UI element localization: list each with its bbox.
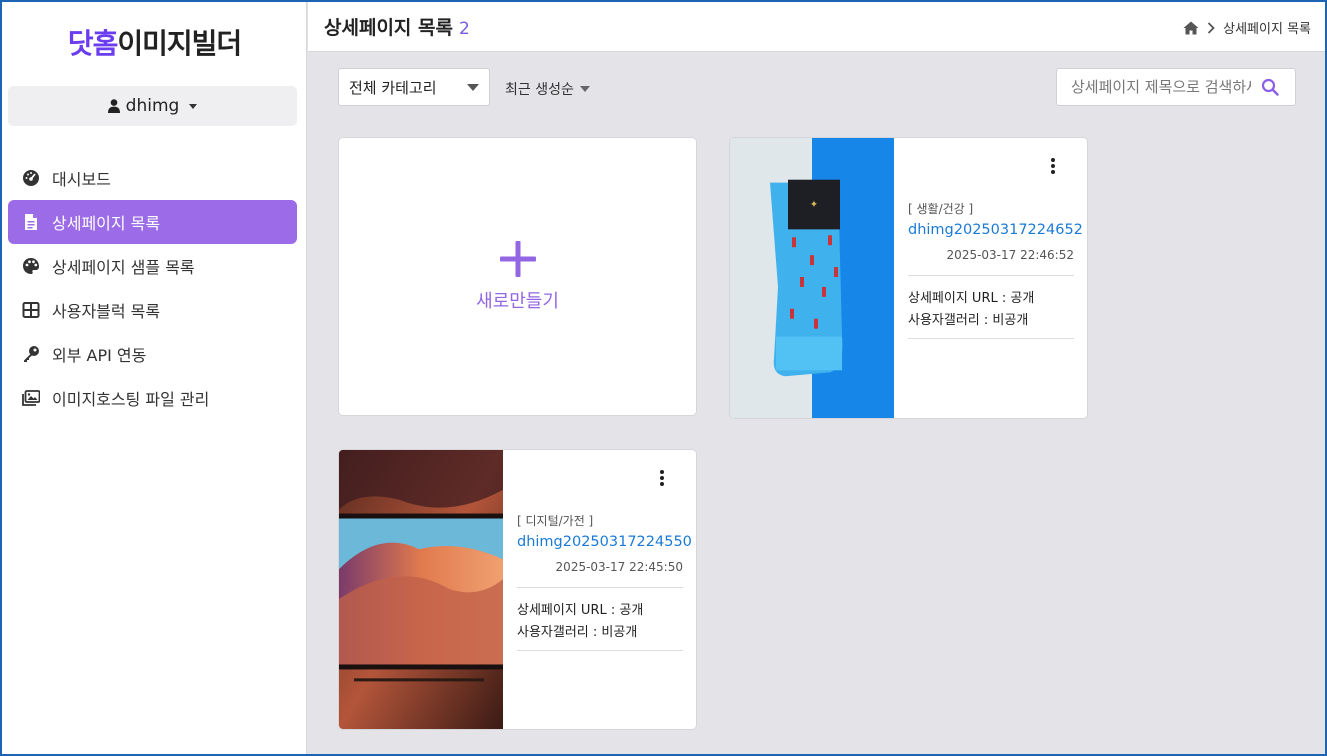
- sidebar-item-samples[interactable]: 상세페이지 샘플 목록: [8, 244, 297, 288]
- user-name: dhimg: [125, 96, 180, 116]
- gallery-status: 사용자갤러리 : 비공개: [908, 313, 1029, 328]
- url-status: 상세페이지 URL : 공개: [517, 603, 644, 618]
- detail-page-card[interactable]: [ 디지털/가전 ] dhimg20250317224550 2025-03-1…: [338, 449, 697, 730]
- category-select-value: 전체 카테고리: [349, 78, 437, 97]
- dropdown-arrow-icon: [579, 86, 590, 92]
- card-date: 2025-03-17 22:45:50: [555, 560, 683, 574]
- more-menu-icon[interactable]: [659, 470, 665, 488]
- card-meta: 상세페이지 URL : 공개 사용자갤러리 : 비공개: [908, 288, 1034, 332]
- more-menu-icon[interactable]: [1050, 158, 1056, 176]
- dropdown-arrow-icon: [467, 83, 479, 91]
- breadcrumb-current: 상세페이지 목록: [1223, 22, 1311, 37]
- chevron-right-icon: [1208, 21, 1215, 34]
- category-select[interactable]: 전체 카테고리: [338, 68, 490, 106]
- user-icon: [107, 99, 120, 113]
- sidebar: 닷홈이미지빌더 dhimg 대시보드 상세페이지 목록 상세페이지 샘플 목록 …: [2, 2, 307, 754]
- search-box: [1056, 68, 1296, 106]
- caret-down-icon: [189, 103, 198, 109]
- divider: [517, 587, 683, 588]
- card-date: 2025-03-17 22:46:52: [946, 248, 1074, 262]
- sidebar-item-label: 상세페이지 샘플 목록: [52, 258, 195, 277]
- page-header: 상세페이지 목록 2 상세페이지 목록: [308, 2, 1325, 52]
- divider: [908, 275, 1074, 276]
- sort-label: 최근 생성순: [505, 82, 574, 98]
- sidebar-item-label: 외부 API 연동: [52, 346, 147, 365]
- document-icon: [25, 214, 37, 230]
- breadcrumb: 상세페이지 목록: [1183, 18, 1311, 37]
- product-thumbnail-socks[interactable]: ✦: [730, 138, 894, 418]
- brand-logo-part2: 이미지빌더: [117, 27, 242, 60]
- svg-text:✦: ✦: [810, 200, 818, 211]
- search-input[interactable]: [1057, 70, 1251, 104]
- plus-icon: [499, 240, 536, 277]
- divider: [908, 338, 1074, 339]
- card-title-link[interactable]: dhimg20250317224652: [908, 222, 1083, 238]
- card-info: [ 디지털/가전 ] dhimg20250317224550 2025-03-1…: [517, 450, 692, 729]
- images-icon: [22, 390, 40, 406]
- create-new-card[interactable]: 새로만들기: [338, 137, 697, 416]
- page-title: 상세페이지 목록 2: [324, 13, 470, 40]
- sidebar-item-detail-pages[interactable]: 상세페이지 목록: [8, 200, 297, 244]
- sidebar-item-external-api[interactable]: 외부 API 연동: [8, 332, 297, 376]
- sidebar-item-image-hosting[interactable]: 이미지호스팅 파일 관리: [8, 376, 297, 420]
- gallery-status: 사용자갤러리 : 비공개: [517, 625, 638, 640]
- card-title-link[interactable]: dhimg20250317224550: [517, 534, 692, 550]
- sidebar-item-label: 대시보드: [52, 170, 111, 189]
- create-new-label: 새로만들기: [476, 290, 559, 312]
- card-info: [ 생활/건강 ] dhimg20250317224652 2025-03-17…: [908, 138, 1083, 418]
- key-icon: [24, 346, 39, 362]
- card-category: [ 디지털/가전 ]: [517, 514, 594, 528]
- grid-icon: [22, 302, 40, 318]
- palette-icon: [23, 258, 39, 274]
- sidebar-item-user-blocks[interactable]: 사용자블럭 목록: [8, 288, 297, 332]
- detail-page-card[interactable]: ✦ [ 생활/건강 ] dhimg20250317224652 2025-03-…: [729, 137, 1088, 419]
- home-icon[interactable]: [1183, 21, 1199, 35]
- brand-logo[interactable]: 닷홈이미지빌더: [2, 22, 307, 62]
- sidebar-item-dashboard[interactable]: 대시보드: [8, 156, 297, 200]
- card-category: [ 생활/건강 ]: [908, 202, 974, 216]
- brand-logo-part1: 닷홈: [67, 27, 119, 60]
- sidebar-item-label: 상세페이지 목록: [52, 214, 161, 233]
- sidebar-nav: 대시보드 상세페이지 목록 상세페이지 샘플 목록 사용자블럭 목록 외부 AP…: [8, 156, 297, 420]
- product-thumbnail-canyon[interactable]: [339, 450, 503, 729]
- page-title-text: 상세페이지 목록: [324, 17, 453, 39]
- search-icon[interactable]: [1261, 78, 1279, 96]
- app-frame: 닷홈이미지빌더 dhimg 대시보드 상세페이지 목록 상세페이지 샘플 목록 …: [2, 2, 1325, 754]
- url-status: 상세페이지 URL : 공개: [908, 291, 1035, 306]
- sidebar-item-label: 이미지호스팅 파일 관리: [52, 390, 210, 409]
- divider: [517, 650, 683, 651]
- card-meta: 상세페이지 URL : 공개 사용자갤러리 : 비공개: [517, 600, 643, 644]
- dashboard-icon: [23, 170, 39, 186]
- sort-dropdown[interactable]: 최근 생성순: [505, 79, 590, 99]
- sidebar-item-label: 사용자블럭 목록: [52, 302, 161, 321]
- user-menu-button[interactable]: dhimg: [8, 86, 297, 126]
- page-count-badge: 2: [458, 19, 470, 39]
